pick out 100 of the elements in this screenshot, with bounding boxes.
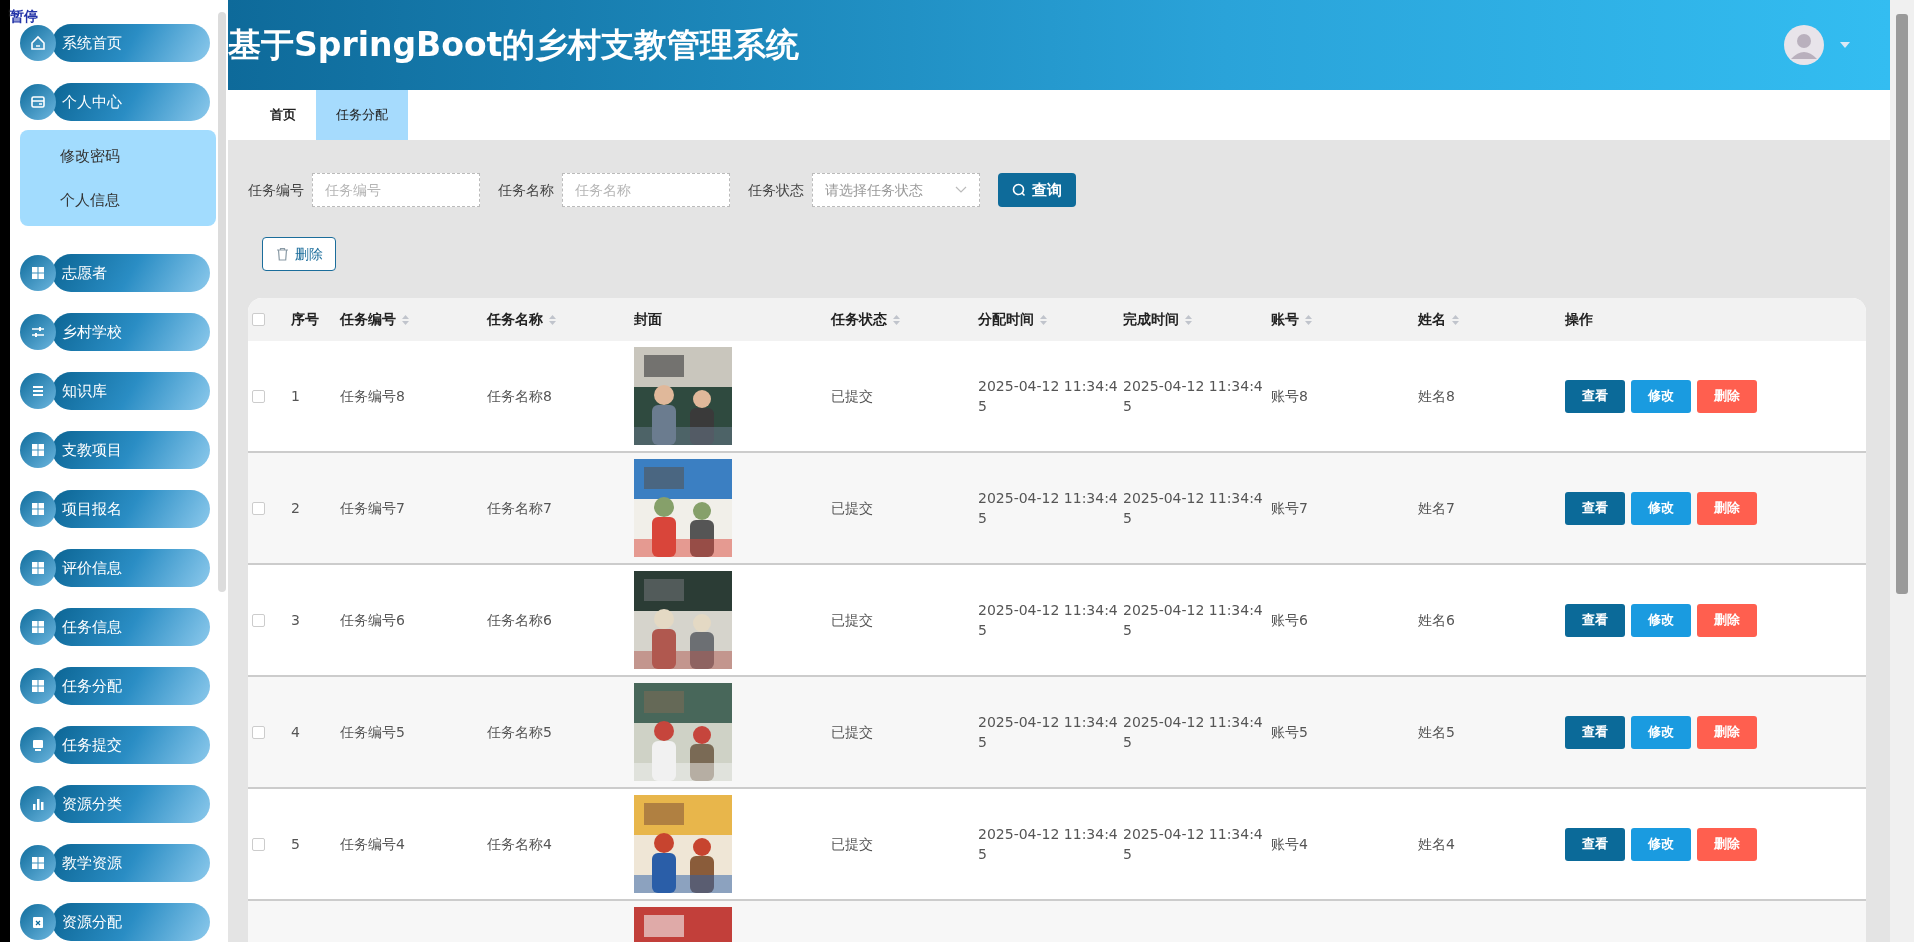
sort-icon[interactable] — [1304, 313, 1313, 326]
checkbox[interactable] — [252, 613, 265, 627]
view-button[interactable]: 查看 — [1565, 715, 1625, 749]
table-cell-text: 账号5 — [1271, 722, 1309, 742]
sort-icon[interactable] — [1039, 313, 1048, 326]
table-cell-text: 2025-04-12 11:34:45 — [978, 712, 1119, 752]
table-cell-text: 2025-04-12 11:34:45 — [1123, 600, 1264, 640]
field-label: 任务状态 — [748, 180, 804, 200]
sort-icon[interactable] — [1451, 313, 1460, 326]
search-button[interactable]: 查询 — [998, 173, 1076, 207]
table-cell-text: 2025-04-12 11:34:45 — [978, 488, 1119, 528]
table-cell-text: 账号8 — [1271, 386, 1309, 406]
checkbox[interactable] — [252, 501, 265, 515]
caret-icon[interactable] — [1840, 42, 1850, 48]
view-button[interactable]: 查看 — [1565, 379, 1625, 413]
delete-button[interactable]: 删除 — [262, 237, 336, 271]
sort-icon[interactable] — [401, 313, 410, 326]
checkbox[interactable] — [252, 725, 265, 739]
menu-item[interactable]: 志愿者 — [52, 254, 210, 292]
menu-item[interactable]: 资源分配 — [52, 903, 210, 941]
grid-icon — [20, 668, 56, 704]
column-header: 账号 — [1271, 310, 1299, 329]
table-cell-text: 任务名称8 — [487, 386, 553, 406]
edit-button[interactable]: 修改 — [1631, 715, 1691, 749]
edit-button[interactable]: 修改 — [1631, 379, 1691, 413]
select-field[interactable]: 请选择任务状态 — [812, 173, 980, 207]
scrollbar[interactable] — [1890, 0, 1914, 942]
column-header: 分配时间 — [978, 310, 1034, 329]
chevron-down-icon — [955, 186, 967, 194]
table-cell-text: 任务编号5 — [340, 722, 406, 742]
delete-button[interactable]: 删除 — [1697, 379, 1757, 413]
table-cell-text: 2025-04-12 11:34:45 — [1123, 824, 1264, 864]
checkbox[interactable] — [252, 313, 265, 326]
avatar-icon[interactable] — [1784, 25, 1824, 65]
grid-icon — [20, 432, 56, 468]
menu-item[interactable]: 任务信息 — [52, 608, 210, 646]
table-cell-text: 已提交 — [831, 610, 874, 630]
table-cell-text: 姓名4 — [1418, 834, 1456, 854]
grid-icon — [20, 550, 56, 586]
table-cell-text: 2025-04-12 11:34:45 — [1123, 488, 1264, 528]
column-header: 任务编号 — [340, 310, 396, 329]
column-header: 完成时间 — [1123, 310, 1179, 329]
view-button[interactable]: 查看 — [1565, 827, 1625, 861]
pause-label: 暂停 — [10, 7, 38, 26]
table-cell-text: 2025-04-12 11:34:45 — [978, 376, 1119, 416]
table-cell-text: 已提交 — [831, 498, 874, 518]
table-cell-text: 3 — [291, 610, 301, 630]
scrollbar[interactable] — [218, 12, 226, 592]
delete-button[interactable]: 删除 — [1697, 491, 1757, 525]
sort-icon[interactable] — [892, 313, 901, 326]
grid-icon — [20, 491, 56, 527]
input-field[interactable]: 任务名称 — [562, 173, 730, 207]
menu-item[interactable]: 个人中心 — [52, 83, 210, 121]
menu-item[interactable]: 任务提交 — [52, 726, 210, 764]
table-cell-text: 姓名7 — [1418, 498, 1456, 518]
edit-button[interactable]: 修改 — [1631, 603, 1691, 637]
delete-button[interactable]: 删除 — [1697, 603, 1757, 637]
column-header: 封面 — [634, 310, 662, 329]
submenu-item[interactable]: 个人信息 — [20, 178, 216, 222]
delete-button[interactable]: 删除 — [1697, 715, 1757, 749]
table-cell-text: 账号7 — [1271, 498, 1309, 518]
table-cell-text: 任务名称6 — [487, 610, 553, 630]
checkbox[interactable] — [252, 837, 265, 851]
menu-item[interactable]: 系统首页 — [52, 24, 210, 62]
table-cell-text: 姓名8 — [1418, 386, 1456, 406]
menu-item[interactable]: 资源分类 — [52, 785, 210, 823]
grid-icon — [20, 609, 56, 645]
table-cell-text: 任务名称5 — [487, 722, 553, 742]
monitor-icon — [20, 727, 56, 763]
menu-item[interactable]: 乡村学校 — [52, 313, 210, 351]
table-cell-text: 5 — [291, 834, 301, 854]
input-field[interactable]: 任务编号 — [312, 173, 480, 207]
menu-item[interactable]: 项目报名 — [52, 490, 210, 528]
table-cell-text: 任务编号8 — [340, 386, 406, 406]
table-cell-text: 账号6 — [1271, 610, 1309, 630]
view-button[interactable]: 查看 — [1565, 603, 1625, 637]
edit-button[interactable]: 修改 — [1631, 491, 1691, 525]
menu-item[interactable]: 支教项目 — [52, 431, 210, 469]
checkbox[interactable] — [252, 389, 265, 403]
column-header: 操作 — [1565, 310, 1593, 329]
menu-item[interactable]: 知识库 — [52, 372, 210, 410]
column-header: 序号 — [291, 310, 319, 329]
delete-button[interactable]: 删除 — [1697, 827, 1757, 861]
table-cell-text: 4 — [291, 722, 301, 742]
edit-button[interactable]: 修改 — [1631, 827, 1691, 861]
field-label: 任务名称 — [498, 180, 554, 200]
column-header: 姓名 — [1418, 310, 1446, 329]
menu-item[interactable]: 评价信息 — [52, 549, 210, 587]
table-cell-text: 2025-04-12 11:34:45 — [978, 600, 1119, 640]
tab[interactable]: 任务分配 — [316, 90, 408, 140]
table-cell-text: 2025-04-12 11:34:45 — [978, 824, 1119, 864]
menu-item[interactable]: 教学资源 — [52, 844, 210, 882]
submenu-item[interactable]: 修改密码 — [20, 134, 216, 178]
sort-icon[interactable] — [548, 313, 557, 326]
view-button[interactable]: 查看 — [1565, 491, 1625, 525]
sort-icon[interactable] — [1184, 313, 1193, 326]
list-icon — [20, 373, 56, 409]
menu-item[interactable]: 任务分配 — [52, 667, 210, 705]
table-cell-text: 任务名称4 — [487, 834, 553, 854]
column-header: 任务状态 — [831, 310, 887, 329]
